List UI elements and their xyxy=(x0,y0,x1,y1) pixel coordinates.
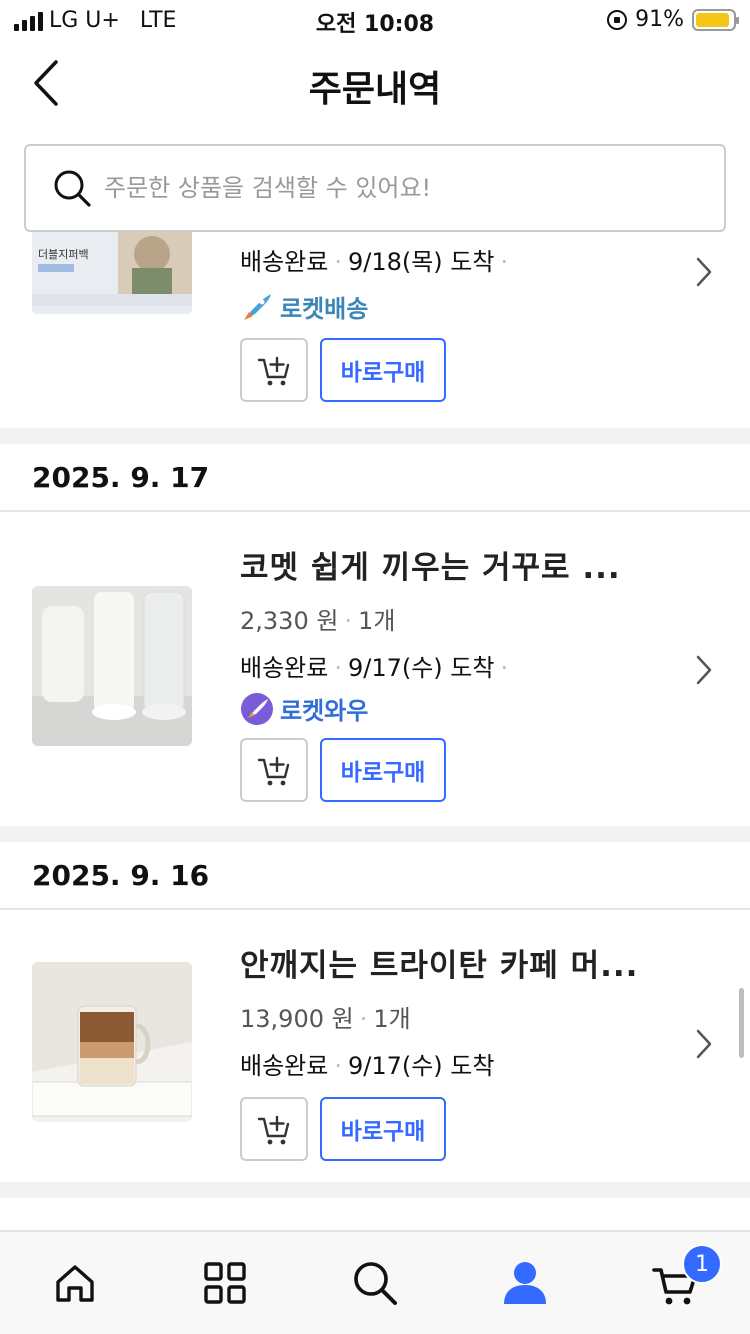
chevron-right-icon[interactable] xyxy=(694,1028,714,1060)
page-title: 주문내역 xyxy=(308,69,442,110)
order-actions: 바로구매 xyxy=(240,738,680,802)
rotation-lock-icon xyxy=(607,9,628,30)
home-icon[interactable] xyxy=(50,1258,100,1308)
rocket-badge: 로켓배송 xyxy=(240,289,680,324)
order-actions: 바로구매 xyxy=(240,1097,680,1161)
arrival-text: 9/18(목) 도착 xyxy=(347,248,495,276)
badge-label: 로켓와우 xyxy=(280,697,369,725)
qty-text: 1개 xyxy=(358,607,396,635)
order-history-screen: LG U+ LTE 오전 10:08 91% 주문내역 주문한 상품을 검색할 … xyxy=(0,0,750,1334)
section-divider xyxy=(0,428,750,444)
scrollbar[interactable] xyxy=(739,988,744,1058)
battery-icon xyxy=(692,8,739,31)
delivery-status: 배송완료 · 9/17(수) 도착 · xyxy=(240,654,509,682)
battery-info: 91% xyxy=(607,7,739,32)
bottom-tab-bar: 1 xyxy=(0,1230,750,1334)
chevron-right-icon[interactable] xyxy=(694,256,714,288)
order-date-header: 2025. 9. 17 xyxy=(0,444,750,512)
search-bar[interactable] xyxy=(24,144,726,232)
product-thumbnail[interactable]: 더블지퍼백 xyxy=(32,232,192,314)
status-text: 배송완료 xyxy=(240,1052,329,1080)
arrival-text: 9/17(수) 도착 xyxy=(347,1052,495,1080)
my-icon[interactable] xyxy=(500,1258,550,1308)
add-to-cart-button[interactable] xyxy=(240,1097,308,1161)
product-thumbnail[interactable] xyxy=(32,962,192,1122)
nav-header: 주문내역 xyxy=(0,40,750,130)
rocket-wow-badge: 로켓와우 xyxy=(240,691,680,726)
section-divider xyxy=(0,1182,750,1198)
chevron-right-icon[interactable] xyxy=(694,654,714,686)
arrival-text: 9/17(수) 도착 xyxy=(347,654,495,682)
product-title[interactable]: 안깨지는 트라이탄 카페 머... xyxy=(240,940,680,985)
buy-now-button[interactable]: 바로구매 xyxy=(320,1097,446,1161)
delivery-status: 배송완료 · 9/18(목) 도착 · xyxy=(240,248,509,276)
search-input[interactable] xyxy=(104,174,684,202)
order-info: 배송완료 · 9/18(목) 도착 · 로켓배송 바로구매 xyxy=(240,242,680,402)
section-divider xyxy=(0,826,750,842)
status-text: 배송완료 xyxy=(240,654,329,682)
price-text: 2,330 원 xyxy=(240,607,339,635)
order-item[interactable]: 코멧 쉽게 끼우는 거꾸로 ... 2,330 원 · 1개 배송완료 · 9/17(수… xyxy=(0,512,750,826)
add-to-cart-button[interactable] xyxy=(240,338,308,402)
rocket-icon xyxy=(243,293,271,321)
cart-plus-icon xyxy=(257,756,290,786)
search-icon xyxy=(54,170,91,207)
order-info: 안깨지는 트라이탄 카페 머... 13,900 원 · 1개 배송완료 · 9/17(… xyxy=(240,940,680,1161)
order-list: 더블지퍼백 배송완료 · 9/18(목) 도착 · 로켓배송 바로구매 2025… xyxy=(0,232,750,1230)
buy-now-button[interactable]: 바로구매 xyxy=(320,338,446,402)
badge-label: 로켓배송 xyxy=(280,295,369,323)
price-qty: 13,900 원 · 1개 xyxy=(240,1005,411,1033)
price-text: 13,900 원 xyxy=(240,1005,354,1033)
thumb-caption: 더블지퍼백 xyxy=(38,248,89,261)
order-info: 코멧 쉽게 끼우는 거꾸로 ... 2,330 원 · 1개 배송완료 · 9/17(수… xyxy=(240,542,680,802)
qty-text: 1개 xyxy=(373,1005,411,1033)
status-text: 배송완료 xyxy=(240,248,329,276)
category-icon[interactable] xyxy=(200,1258,250,1308)
search-icon[interactable] xyxy=(350,1258,400,1308)
buy-now-button[interactable]: 바로구매 xyxy=(320,738,446,802)
order-actions: 바로구매 xyxy=(240,338,680,402)
cart-count-badge: 1 xyxy=(682,1244,722,1284)
add-to-cart-button[interactable] xyxy=(240,738,308,802)
order-date-header: 2025. 9. 16 xyxy=(0,842,750,910)
price-qty: 2,330 원 · 1개 xyxy=(240,607,396,635)
rocket-wow-icon xyxy=(241,692,273,725)
delivery-status: 배송완료 · 9/17(수) 도착 xyxy=(240,1052,495,1080)
battery-percent: 91% xyxy=(635,7,684,32)
cart-plus-icon xyxy=(257,1115,290,1145)
order-item[interactable]: 안깨지는 트라이탄 카페 머... 13,900 원 · 1개 배송완료 · 9/17(… xyxy=(0,910,750,1182)
product-thumbnail[interactable] xyxy=(32,586,192,746)
status-bar: LG U+ LTE 오전 10:08 91% xyxy=(0,0,750,40)
cart-plus-icon xyxy=(257,356,290,386)
order-item[interactable]: 더블지퍼백 배송완료 · 9/18(목) 도착 · 로켓배송 바로구매 xyxy=(0,232,750,428)
product-title[interactable]: 코멧 쉽게 끼우는 거꾸로 ... xyxy=(240,542,680,587)
